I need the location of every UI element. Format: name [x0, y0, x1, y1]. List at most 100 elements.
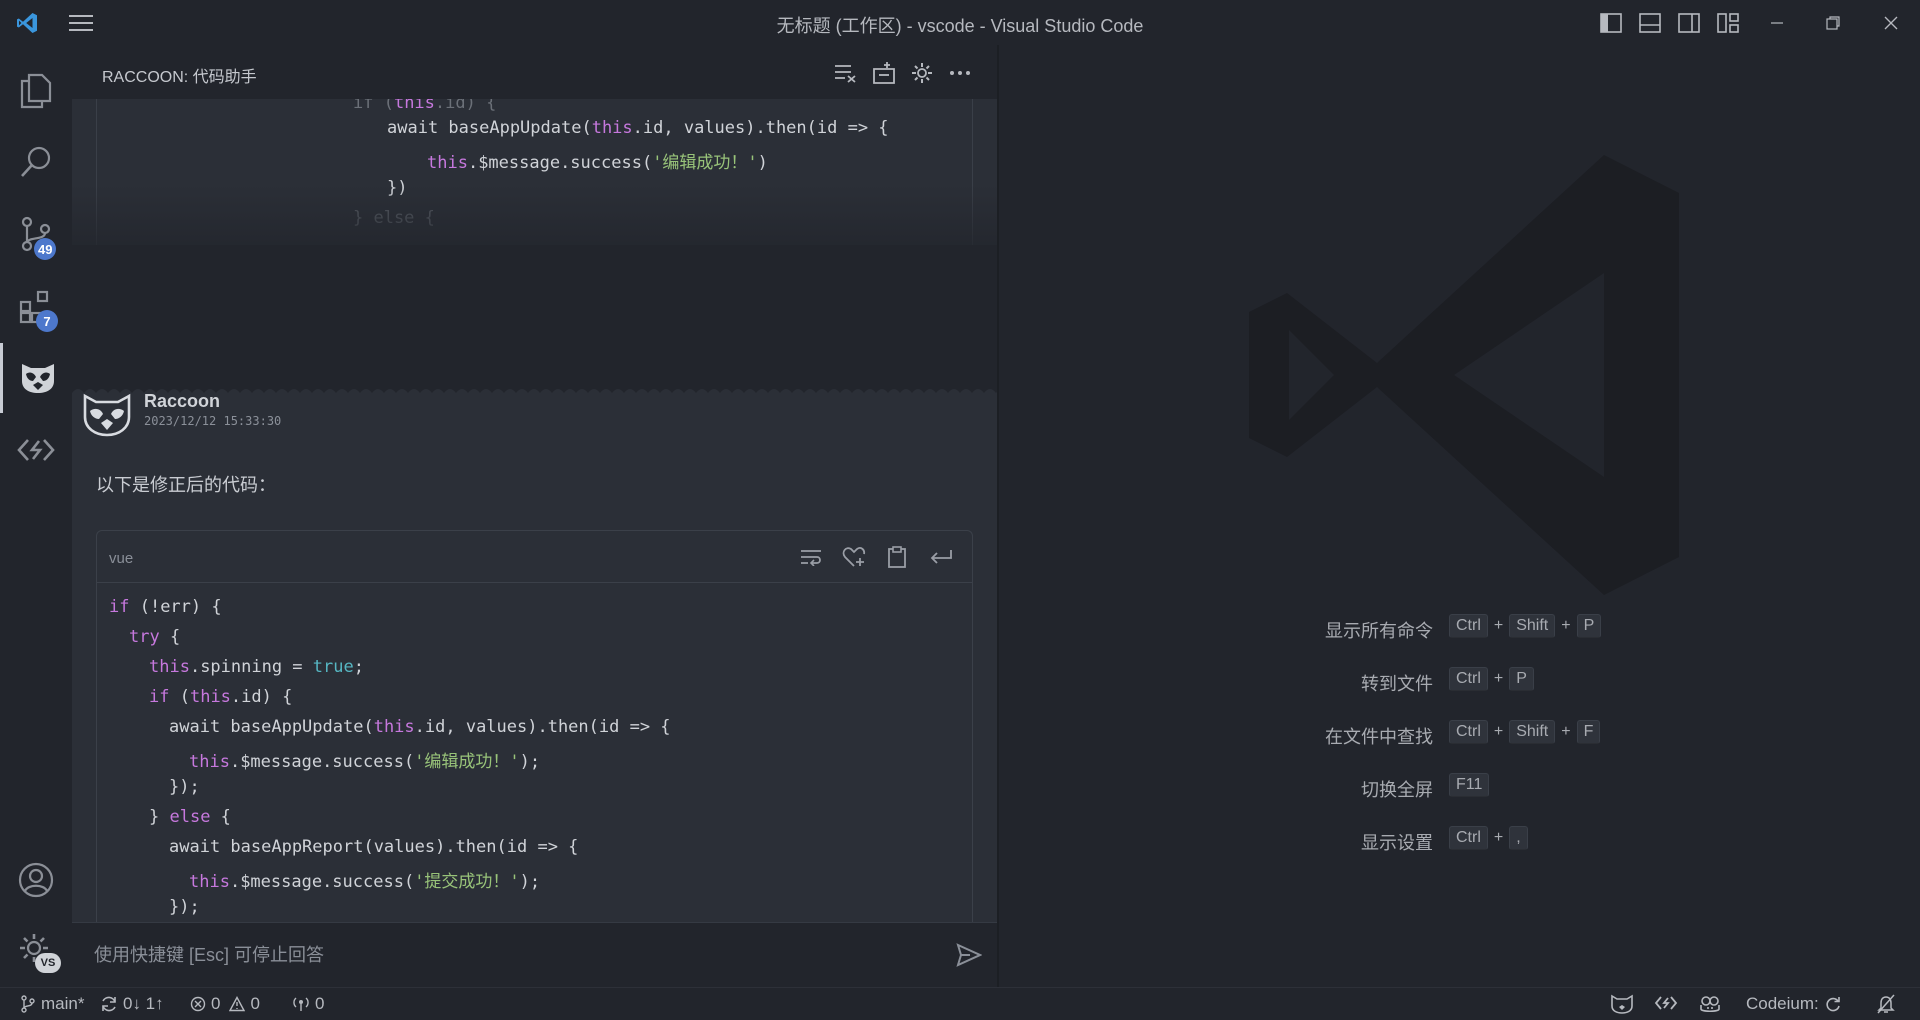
vscode-watermark-icon [1249, 155, 1679, 595]
remote-code-button[interactable] [0, 415, 72, 485]
codeium-label: Codeium: [1746, 994, 1819, 1013]
error-count: 0 [211, 994, 221, 1013]
refresh-icon [1826, 997, 1840, 1012]
shortcut-label: 显示所有命令 [1325, 621, 1433, 641]
copilot-status[interactable] [1698, 994, 1722, 1014]
more-actions-icon[interactable] [946, 59, 974, 87]
keycap: P [1509, 667, 1534, 691]
shortcut-keys: Ctrl + P [1449, 667, 1534, 691]
code-block: vue if (!err) { try { this.spinning = tr… [96, 530, 973, 987]
source-control-button[interactable]: 49 [0, 199, 72, 269]
files-icon [20, 73, 52, 109]
code-line: await baseAppUpdate(this.id, values).the… [169, 717, 671, 737]
shortcut-row[interactable]: 转到文件 Ctrl + P [999, 666, 1920, 696]
window-title: 无标题 (工作区) - vscode - Visual Studio Code [776, 16, 1144, 36]
shortcut-row[interactable]: 显示设置 Ctrl +, [999, 825, 1920, 855]
keycap: P [1576, 614, 1602, 638]
word-wrap-icon[interactable] [798, 544, 824, 570]
search-button[interactable] [0, 127, 72, 197]
message-author: Raccoon [144, 391, 221, 411]
favorite-icon[interactable] [841, 544, 867, 570]
minimize-icon[interactable] [1764, 10, 1790, 36]
raccoon-icon [21, 364, 54, 393]
codeium-status[interactable]: Codeium: [1746, 994, 1842, 1014]
key-plus: + [1493, 829, 1504, 846]
shortcut-row[interactable]: 显示所有命令 Ctrl + Shift + P [999, 613, 1920, 643]
message-text: 以下是修正后的代码： [96, 475, 276, 495]
raccoon-status-icon [1611, 994, 1633, 1014]
warning-icon [229, 996, 246, 1012]
sync-counts: 0↓ 1↑ [123, 994, 164, 1013]
error-icon [190, 996, 206, 1012]
chat-input-bar [72, 922, 997, 987]
raccoon-status[interactable] [1610, 994, 1634, 1014]
toggle-primary-sidebar-icon[interactable] [1598, 10, 1624, 36]
insert-code-icon[interactable] [928, 544, 954, 570]
shortcut-row[interactable]: 切换全屏 F11 [999, 772, 1920, 802]
extensions-button[interactable]: 7 [0, 271, 72, 341]
new-chat-icon[interactable] [870, 59, 898, 87]
toggle-panel-icon[interactable] [1637, 10, 1663, 36]
send-button[interactable] [954, 940, 984, 970]
shortcut-label: 在文件中查找 [1325, 727, 1433, 747]
account-icon [18, 862, 54, 898]
code-line: if (!err) { [109, 597, 222, 617]
shortcut-label: 显示设置 [1361, 833, 1433, 853]
key-plus: + [1493, 670, 1504, 687]
keycap: Ctrl [1449, 720, 1488, 744]
branch-name: main* [41, 994, 85, 1013]
chat-input[interactable] [94, 937, 934, 973]
key-plus: + [1493, 617, 1504, 634]
sync-status[interactable]: 0↓ 1↑ [100, 994, 164, 1014]
copilot-icon [1700, 996, 1720, 1013]
code-line: }); [169, 777, 200, 797]
keycap: F [1576, 720, 1601, 744]
activity-bar: 49 7 VS [0, 45, 72, 987]
branch-status[interactable]: main* [20, 994, 84, 1014]
code-line: this.$message.success('编辑成功！'); [189, 752, 541, 772]
manage-button[interactable]: VS [0, 915, 72, 985]
extensions-badge: 7 [36, 310, 58, 332]
settings-gear-icon[interactable] [908, 59, 936, 87]
notifications-status[interactable] [1876, 994, 1896, 1014]
manage-badge: VS [35, 953, 61, 973]
ports-status[interactable]: 0 [292, 994, 324, 1014]
copy-clipboard-icon[interactable] [884, 544, 910, 570]
shortcut-label: 转到文件 [1361, 674, 1433, 694]
message-timestamp: 2023/12/12 15:33:30 [144, 414, 282, 428]
shortcut-keys: Ctrl +, [1449, 826, 1528, 850]
code-line: if (this.id) { [149, 687, 293, 707]
keycap: Ctrl [1449, 667, 1488, 691]
keycap: Shift [1509, 720, 1556, 744]
code-line: await baseAppUpdate(this.id, values).the… [387, 118, 889, 138]
clear-history-icon[interactable] [832, 59, 860, 87]
toggle-secondary-sidebar-icon[interactable] [1676, 10, 1702, 36]
raccoon-button[interactable] [0, 343, 72, 413]
code-line: }); [169, 897, 200, 917]
ports-count: 0 [315, 994, 325, 1013]
code-line: this.$message.success('提交成功！'); [189, 872, 541, 892]
code-block-header: vue [97, 531, 972, 583]
status-bar: main* 0↓ 1↑ 0 0 0 Codeium: [0, 987, 1920, 1020]
shortcut-keys: F11 [1449, 773, 1490, 797]
title-bar: 无标题 (工作区) - vscode - Visual Studio Code [0, 0, 1920, 45]
git-branch-icon [21, 995, 35, 1013]
close-icon[interactable] [1878, 10, 1904, 36]
raccoon-panel: if (this.id) { await baseAppUpdate(this.… [72, 45, 997, 987]
code-language: vue [109, 550, 134, 567]
warning-count: 0 [250, 994, 260, 1013]
customize-layout-icon[interactable] [1715, 10, 1741, 36]
shortcut-row[interactable]: 在文件中查找 Ctrl + Shift + F [999, 719, 1920, 749]
code-line: await baseAppReport(values).then(id => { [169, 837, 579, 857]
shortcut-label: 切换全屏 [1361, 780, 1433, 800]
code-line: this.spinning = true; [149, 657, 364, 677]
sync-icon [102, 996, 116, 1012]
shortcut-keys: Ctrl + Shift + F [1449, 720, 1601, 744]
broadcast-icon [293, 997, 309, 1011]
problems-status[interactable]: 0 0 [190, 994, 260, 1014]
accounts-button[interactable] [0, 845, 72, 915]
restore-icon[interactable] [1820, 10, 1846, 36]
remote-code-status[interactable] [1654, 994, 1678, 1012]
explorer-button[interactable] [0, 55, 72, 125]
keycap: F11 [1449, 773, 1490, 797]
